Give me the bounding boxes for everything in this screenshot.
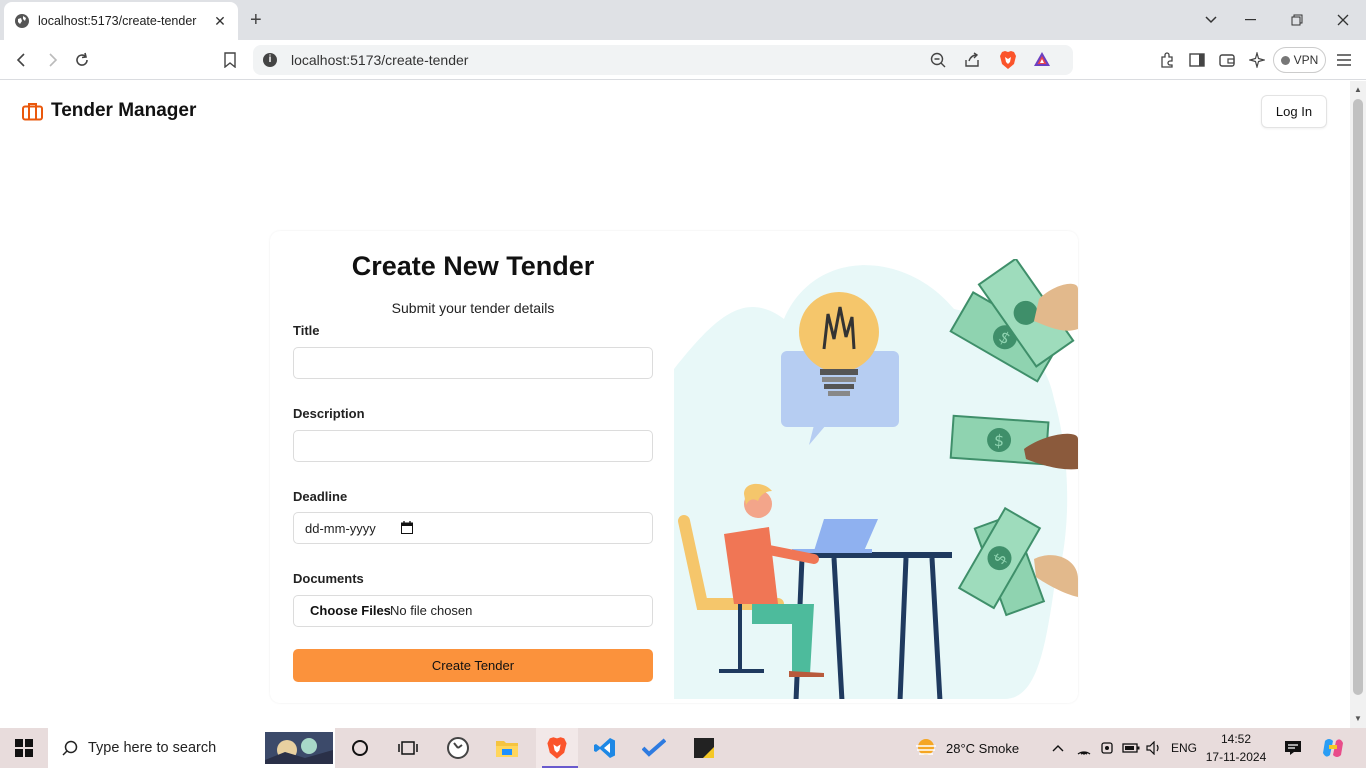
calendar-icon[interactable] bbox=[401, 521, 413, 534]
scroll-up-icon[interactable]: ▲ bbox=[1354, 85, 1362, 94]
weather-sun-haze-icon bbox=[916, 739, 936, 755]
vpn-status-icon bbox=[1280, 55, 1290, 65]
description-input[interactable] bbox=[293, 430, 653, 462]
svg-text:$: $ bbox=[993, 431, 1004, 451]
zoom-out-icon[interactable] bbox=[930, 52, 946, 68]
file-status: No file chosen bbox=[390, 603, 473, 618]
sticky-notes-icon[interactable] bbox=[683, 728, 725, 768]
url-text[interactable]: localhost:5173/create-tender bbox=[291, 52, 468, 68]
login-button[interactable]: Log In bbox=[1261, 95, 1327, 128]
notification-icon[interactable] bbox=[1280, 728, 1306, 768]
close-window-icon[interactable] bbox=[1320, 0, 1366, 40]
language-text: ENG bbox=[1170, 741, 1197, 755]
title-label: Title bbox=[293, 323, 320, 338]
leo-ai-icon[interactable] bbox=[1247, 50, 1267, 70]
taskbar-clock[interactable]: 14:52 17-11-2024 bbox=[1204, 730, 1268, 766]
page-content: Tender Manager Log In Create New Tender … bbox=[0, 81, 1350, 728]
network-icon[interactable] bbox=[1074, 728, 1094, 768]
deadline-label: Deadline bbox=[293, 489, 348, 504]
language-indicator[interactable]: ENG bbox=[1168, 728, 1200, 768]
create-tender-button[interactable]: Create Tender bbox=[293, 649, 653, 682]
task-view-icon[interactable] bbox=[388, 728, 428, 768]
scroll-down-icon[interactable]: ▼ bbox=[1354, 714, 1362, 723]
search-highlight-image-icon bbox=[265, 732, 333, 764]
battery-icon[interactable] bbox=[1120, 728, 1142, 768]
weather-widget[interactable]: 28°C Smoke bbox=[914, 728, 1034, 768]
page-scrollbar[interactable]: ▲ ▼ bbox=[1350, 81, 1366, 728]
choose-files-button[interactable]: Choose Files bbox=[310, 603, 391, 618]
menu-icon[interactable] bbox=[1334, 50, 1354, 70]
brand[interactable]: Tender Manager bbox=[22, 100, 196, 122]
restore-icon[interactable] bbox=[1274, 0, 1320, 40]
windows-taskbar: Type here to search 28°C Smoke ENG 14:52… bbox=[0, 728, 1366, 768]
close-tab-icon[interactable]: ✕ bbox=[212, 13, 228, 30]
title-input[interactable] bbox=[293, 347, 653, 379]
clock-app-icon[interactable] bbox=[438, 728, 478, 768]
globe-icon bbox=[15, 14, 29, 28]
browser-tab[interactable]: localhost:5173/create-tender ✕ bbox=[4, 2, 238, 40]
volume-icon[interactable] bbox=[1144, 728, 1164, 768]
weather-text: 28°C Smoke bbox=[946, 740, 1020, 756]
search-icon bbox=[62, 740, 78, 756]
form-subtitle: Submit your tender details bbox=[391, 300, 555, 316]
forward-icon[interactable] bbox=[42, 50, 62, 70]
share-icon[interactable] bbox=[964, 52, 980, 68]
file-explorer-icon[interactable] bbox=[487, 728, 527, 768]
new-tab-icon[interactable]: + bbox=[250, 10, 262, 30]
deadline-placeholder: dd-mm-yyyy bbox=[305, 521, 376, 536]
create-tender-card: Create New Tender Submit your tender det… bbox=[270, 231, 1078, 703]
cortana-icon[interactable] bbox=[340, 728, 380, 768]
brave-rewards-icon[interactable] bbox=[1033, 51, 1051, 67]
copilot-icon[interactable] bbox=[1318, 728, 1348, 768]
todo-icon[interactable] bbox=[634, 728, 674, 768]
documents-file-input[interactable]: Choose Files No file chosen bbox=[293, 595, 653, 627]
form-title: Create New Tender bbox=[351, 251, 595, 281]
brand-title: Tender Manager bbox=[51, 100, 197, 121]
taskbar-search[interactable]: Type here to search bbox=[48, 728, 335, 768]
scroll-thumb[interactable] bbox=[1353, 99, 1363, 695]
taskbar-search-placeholder: Type here to search bbox=[88, 740, 217, 756]
brave-shields-icon[interactable] bbox=[999, 50, 1017, 70]
vpn-button[interactable]: VPN bbox=[1273, 47, 1326, 73]
wallet-icon[interactable] bbox=[1217, 50, 1237, 70]
extensions-icon[interactable] bbox=[1157, 50, 1177, 70]
back-icon[interactable] bbox=[12, 50, 32, 70]
vscode-icon[interactable] bbox=[585, 728, 625, 768]
reload-icon[interactable] bbox=[72, 50, 92, 70]
address-bar[interactable]: i localhost:5173/create-tender bbox=[253, 45, 1073, 75]
location-icon[interactable] bbox=[1098, 728, 1116, 768]
bookmark-icon[interactable] bbox=[220, 50, 240, 70]
description-label: Description bbox=[293, 406, 365, 421]
briefcase-icon bbox=[22, 102, 43, 120]
tray-chevron-icon[interactable] bbox=[1049, 728, 1067, 768]
browser-tab-bar: localhost:5173/create-tender ✕ + bbox=[0, 0, 1366, 40]
deadline-date-input[interactable]: dd-mm-yyyy bbox=[293, 512, 653, 544]
windows-start-icon[interactable] bbox=[0, 728, 48, 768]
clock-time: 14:52 bbox=[1220, 732, 1252, 746]
tab-title: localhost:5173/create-tender bbox=[38, 14, 197, 28]
documents-label: Documents bbox=[293, 571, 364, 586]
tender-illustration: $ $ $ bbox=[674, 259, 1078, 699]
site-info-icon[interactable]: i bbox=[263, 53, 277, 67]
vpn-label: VPN bbox=[1293, 53, 1319, 67]
minimize-icon[interactable] bbox=[1228, 0, 1274, 40]
clock-date: 17-11-2024 bbox=[1205, 750, 1267, 764]
brave-taskbar-icon[interactable] bbox=[536, 728, 578, 768]
sidebar-icon[interactable] bbox=[1187, 50, 1207, 70]
